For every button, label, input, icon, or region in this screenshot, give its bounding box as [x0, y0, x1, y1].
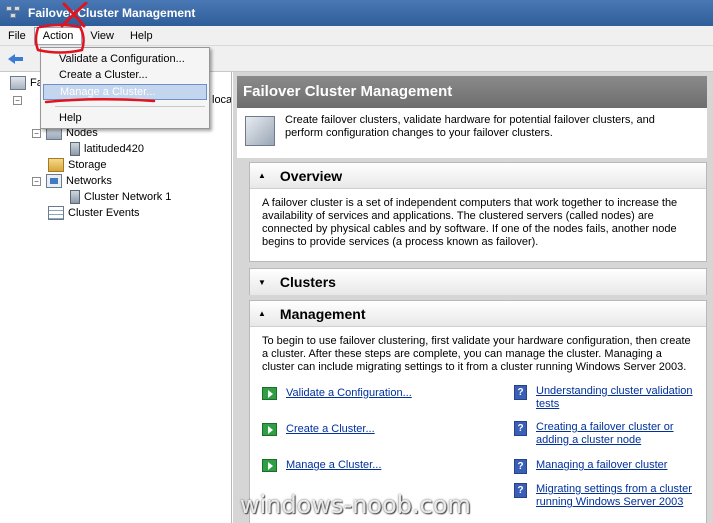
tree-item-cluster-network[interactable]: Cluster Network 1	[68, 189, 171, 205]
green-arrow-icon	[262, 387, 277, 400]
cluster-management-icon	[245, 116, 275, 146]
management-title: Management	[279, 305, 366, 322]
tree-item-storage[interactable]: Storage	[48, 157, 107, 173]
overview-header[interactable]: ▲ Overview	[250, 163, 706, 189]
collapse-caret-icon: ▲	[258, 171, 266, 180]
action-menu-dropdown: Validate a Configuration... Create a Clu…	[40, 47, 210, 129]
tree-item-cluster-events[interactable]: Cluster Events	[48, 205, 140, 221]
back-arrow-icon[interactable]	[8, 52, 24, 66]
overview-title: Overview	[279, 167, 343, 184]
annotation-circle	[34, 23, 85, 54]
create-cluster-link[interactable]: Create a Cluster...	[286, 423, 375, 436]
green-arrow-icon	[262, 459, 277, 472]
title-bar: Failover Cluster Management	[0, 0, 713, 26]
managing-failover-cluster-link[interactable]: Managing a failover cluster	[536, 459, 667, 472]
understanding-validation-link[interactable]: Understanding cluster validation tests	[536, 385, 700, 411]
management-text: To begin to use failover clustering, fir…	[262, 335, 691, 373]
help-understanding-validation[interactable]: ? Understanding cluster validation tests	[514, 385, 700, 411]
creating-failover-cluster-link[interactable]: Creating a failover cluster or adding a …	[536, 421, 700, 447]
menu-create-cluster[interactable]: Create a Cluster...	[43, 67, 207, 83]
tree-item-cluster-network-label: Cluster Network 1	[84, 191, 172, 203]
menu-help[interactable]: Help	[122, 27, 161, 45]
expand-caret-icon: ▼	[258, 277, 266, 287]
cluster-root-icon	[10, 76, 26, 90]
help-migrating-settings[interactable]: ? Migrating settings from a cluster runn…	[514, 483, 700, 509]
storage-icon	[48, 158, 64, 172]
tree-item-networks-label: Networks	[66, 175, 112, 187]
tree-item-node[interactable]: latituded420	[68, 141, 144, 157]
tree-root[interactable]: Fa	[10, 75, 43, 91]
content-title: Failover Cluster Management	[237, 76, 707, 108]
overview-text: A failover cluster is a set of independe…	[262, 197, 678, 248]
help-managing-failover-cluster[interactable]: ? Managing a failover cluster	[514, 459, 700, 474]
tree-item-storage-label: Storage	[68, 159, 107, 171]
menu-separator	[55, 106, 205, 107]
action-validate-configuration[interactable]: Validate a Configuration...	[262, 387, 412, 400]
collapse-caret-icon: ▲	[258, 309, 266, 318]
management-section: ▲ Management To begin to use failover cl…	[249, 300, 707, 523]
annotation-underline	[44, 97, 156, 104]
tree-item-node-label: latituded420	[84, 143, 144, 155]
tree-cluster-suffix-label: loca	[212, 94, 232, 106]
events-log-icon	[48, 206, 64, 220]
intro-panel: Create failover clusters, validate hardw…	[237, 108, 707, 158]
tree-cluster-name-suffix: loca	[212, 92, 232, 108]
help-creating-failover-cluster[interactable]: ? Creating a failover cluster or adding …	[514, 421, 700, 447]
menu-view[interactable]: View	[82, 27, 122, 45]
action-manage-cluster[interactable]: Manage a Cluster...	[262, 459, 381, 472]
clusters-title: Clusters	[279, 274, 336, 290]
help-icon: ?	[514, 483, 527, 498]
menu-help-item[interactable]: Help	[43, 110, 207, 126]
help-icon: ?	[514, 421, 527, 436]
collapse-icon[interactable]: −	[32, 176, 41, 186]
menu-bar: File Action View Help	[0, 26, 713, 46]
server-icon	[70, 142, 80, 156]
tree-item-cluster-events-label: Cluster Events	[68, 207, 140, 219]
window-title: Failover Cluster Management	[28, 6, 196, 20]
validate-configuration-link[interactable]: Validate a Configuration...	[286, 387, 412, 400]
network-node-icon	[70, 190, 80, 204]
intro-text: Create failover clusters, validate hardw…	[285, 114, 655, 139]
clusters-header[interactable]: ▼ Clusters	[250, 269, 706, 295]
migrating-settings-link[interactable]: Migrating settings from a cluster runnin…	[536, 483, 700, 509]
action-create-cluster[interactable]: Create a Cluster...	[262, 423, 375, 436]
clusters-section: ▼ Clusters	[249, 268, 707, 295]
help-icon: ?	[514, 385, 527, 400]
green-arrow-icon	[262, 423, 277, 436]
collapse-icon[interactable]: −	[32, 128, 41, 138]
navigation-tree: Fa − loca − Nodes latituded420 Storage −…	[0, 72, 232, 523]
overview-section: ▲ Overview A failover cluster is a set o…	[249, 162, 707, 262]
tree-cluster-expander-row[interactable]: −	[13, 92, 27, 108]
watermark: windows-noob.com	[240, 491, 471, 519]
network-icon	[46, 174, 62, 188]
management-header[interactable]: ▲ Management	[250, 301, 706, 327]
help-icon: ?	[514, 459, 527, 474]
content-pane: Failover Cluster Management Create failo…	[233, 72, 713, 523]
collapse-icon[interactable]: −	[13, 95, 22, 105]
menu-file[interactable]: File	[0, 27, 34, 45]
manage-cluster-link[interactable]: Manage a Cluster...	[286, 459, 381, 472]
tree-item-networks[interactable]: − Networks	[32, 173, 112, 189]
cluster-app-icon	[6, 6, 22, 20]
